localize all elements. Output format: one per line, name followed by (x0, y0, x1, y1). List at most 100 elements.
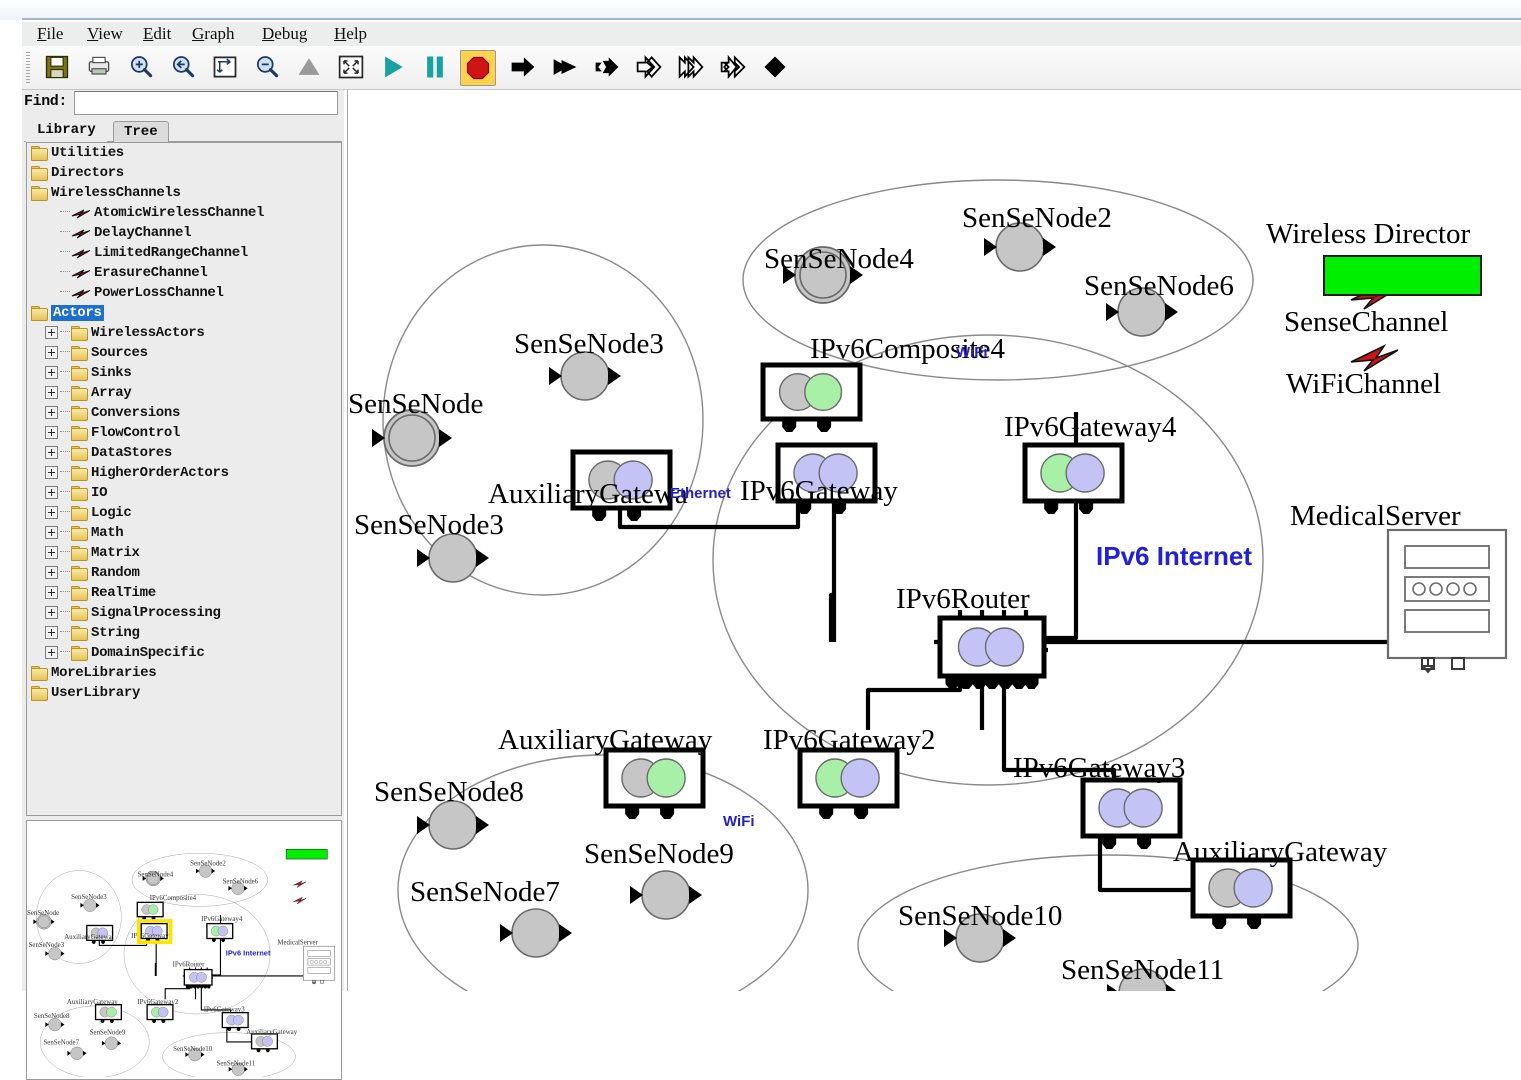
double-notch-arrow-icon[interactable] (716, 50, 750, 84)
node-sensenode9[interactable] (629, 870, 703, 920)
up-triangle-icon[interactable] (292, 50, 326, 84)
expander-icon[interactable] (45, 545, 58, 559)
medical-server[interactable] (1386, 528, 1508, 674)
expander-icon[interactable] (45, 325, 58, 339)
expander-icon[interactable] (45, 465, 58, 479)
tree-item-io[interactable]: IO (27, 483, 341, 503)
tab-tree[interactable]: Tree (113, 121, 169, 142)
node-sensenode9[interactable] (101, 1036, 122, 1050)
tree-item-higherorderactors[interactable]: HigherOrderActors (27, 463, 341, 483)
tree-item-domainspecific[interactable]: DomainSpecific (27, 643, 341, 663)
tree-item-math[interactable]: Math (27, 523, 341, 543)
gateway-auxiliarygateway-2[interactable] (603, 747, 706, 819)
run-icon[interactable] (376, 50, 410, 84)
toolbar-grip[interactable] (26, 52, 30, 84)
tree-item-string[interactable]: String (27, 623, 341, 643)
expander-icon[interactable] (45, 485, 58, 499)
step-flag-arrow-icon[interactable] (548, 50, 582, 84)
menu-file[interactable]: File (32, 24, 68, 44)
double-flag-arrow-icon[interactable] (674, 50, 708, 84)
gateway-ipv6gateway2[interactable] (797, 747, 900, 819)
tab-library[interactable]: Library (26, 118, 107, 143)
zoom-out-icon[interactable] (250, 50, 284, 84)
node-sensenode8[interactable] (45, 1018, 65, 1032)
search-input[interactable] (75, 92, 337, 114)
fullscreen-icon[interactable] (334, 50, 368, 84)
overview-thumbnail[interactable]: SenSeNode4 SenSeNode2 SenSeNode6 IPv6Compos… (26, 820, 342, 1080)
expander-icon[interactable] (45, 565, 58, 579)
tree-item-atomicwirelesschannel[interactable]: AtomicWirelessChannel (27, 203, 341, 223)
node-sensenode7[interactable] (499, 908, 573, 958)
tree-item-conversions[interactable]: Conversions (27, 403, 341, 423)
expander-icon[interactable] (45, 405, 58, 419)
tree-item-delaychannel[interactable]: DelayChannel (27, 223, 341, 243)
tree-item-datastores[interactable]: DataStores (27, 443, 341, 463)
expander-icon[interactable] (45, 505, 58, 519)
expander-icon[interactable] (45, 525, 58, 539)
find-box[interactable] (74, 91, 338, 115)
save-icon[interactable] (40, 50, 74, 84)
expander-icon[interactable] (45, 385, 58, 399)
menu-help[interactable]: Help (329, 24, 372, 44)
tree-item-matrix[interactable]: Matrix (27, 543, 341, 563)
tree-item-erasurechannel[interactable]: ErasureChannel (27, 263, 341, 283)
expander-icon[interactable] (45, 445, 58, 459)
tree-item-signalprocessing[interactable]: SignalProcessing (27, 603, 341, 623)
tree-item-utilities[interactable]: Utilities (27, 143, 341, 163)
tree-item-random[interactable]: Random (27, 563, 341, 583)
tree-item-logic[interactable]: Logic (27, 503, 341, 523)
stop-icon[interactable] (460, 50, 496, 86)
gateway-ipv6gateway3[interactable] (221, 1011, 249, 1031)
pause-icon[interactable] (418, 50, 452, 84)
gateway-ipv6gateway4[interactable] (1022, 442, 1125, 514)
gateway-auxiliarygateway-2[interactable] (94, 1004, 123, 1024)
expander-icon[interactable] (45, 645, 58, 659)
menu-view[interactable]: View (82, 24, 128, 44)
expander-icon[interactable] (45, 345, 58, 359)
menu-graph[interactable]: Graph (187, 24, 240, 44)
zoom-in-icon[interactable] (124, 50, 158, 84)
node-sensenode7[interactable] (67, 1046, 87, 1060)
tree-item-array[interactable]: Array (27, 383, 341, 403)
expander-icon[interactable] (45, 425, 58, 439)
gateway-auxiliarygateway-3[interactable] (250, 1033, 279, 1053)
tree-item-powerlosschannel[interactable]: PowerLossChannel (27, 283, 341, 303)
tree-item-userlibrary[interactable]: UserLibrary (27, 683, 341, 703)
gateway-auxiliarygateway-3[interactable] (1190, 857, 1293, 929)
double-arrow-icon[interactable] (632, 50, 666, 84)
tree-item-sources[interactable]: Sources (27, 343, 341, 363)
graph-canvas[interactable]: SenSeNode4 SenSeNode2 SenSeNode6 IPv6Compos… (347, 90, 1521, 991)
tree-item-realtime[interactable]: RealTime (27, 583, 341, 603)
gateway-ipv6gateway3[interactable] (1080, 777, 1183, 849)
expander-icon[interactable] (45, 605, 58, 619)
tree-item-wirelessactors[interactable]: WirelessActors (27, 323, 341, 343)
gateway-ipv6router[interactable] (183, 968, 213, 989)
expander-icon[interactable] (45, 365, 58, 379)
diamond-icon[interactable] (758, 50, 792, 84)
zoom-fit-icon[interactable] (208, 50, 242, 84)
gateway-ipv6gateway2[interactable] (146, 1004, 174, 1024)
gateway-ipv6composite4[interactable] (136, 901, 164, 921)
expander-icon[interactable] (45, 625, 58, 639)
gateway-ipv6composite4[interactable] (760, 362, 863, 432)
menu-edit[interactable]: Edit (138, 24, 176, 44)
gateway-ipv6router[interactable] (937, 615, 1047, 689)
tree-item-limitedrangechannel[interactable]: LimitedRangeChannel (27, 243, 341, 263)
medical-server[interactable] (303, 945, 336, 985)
menu-debug[interactable]: Debug (257, 24, 312, 44)
tree-item-wirelesschannels[interactable]: WirelessChannels (27, 183, 341, 203)
tree-item-sinks[interactable]: Sinks (27, 363, 341, 383)
tree-item-actors[interactable]: Actors (27, 303, 341, 323)
node-sensenode8[interactable] (416, 800, 490, 850)
expander-icon[interactable] (45, 585, 58, 599)
gateway-ipv6gateway4[interactable] (206, 922, 234, 942)
tree-item-flowcontrol[interactable]: FlowControl (27, 423, 341, 443)
print-icon[interactable] (82, 50, 116, 84)
label-ipv6-internet: IPv6 Internet (1096, 541, 1253, 571)
step-arrow-icon[interactable] (506, 50, 540, 84)
tree-item-directors[interactable]: Directors (27, 163, 341, 183)
zoom-reset-icon[interactable] (166, 50, 200, 84)
library-tree[interactable]: Utilities Directors WirelessChannels Atomic… (26, 142, 342, 816)
step-notch-arrow-icon[interactable] (590, 50, 624, 84)
tree-item-morelibraries[interactable]: MoreLibraries (27, 663, 341, 683)
